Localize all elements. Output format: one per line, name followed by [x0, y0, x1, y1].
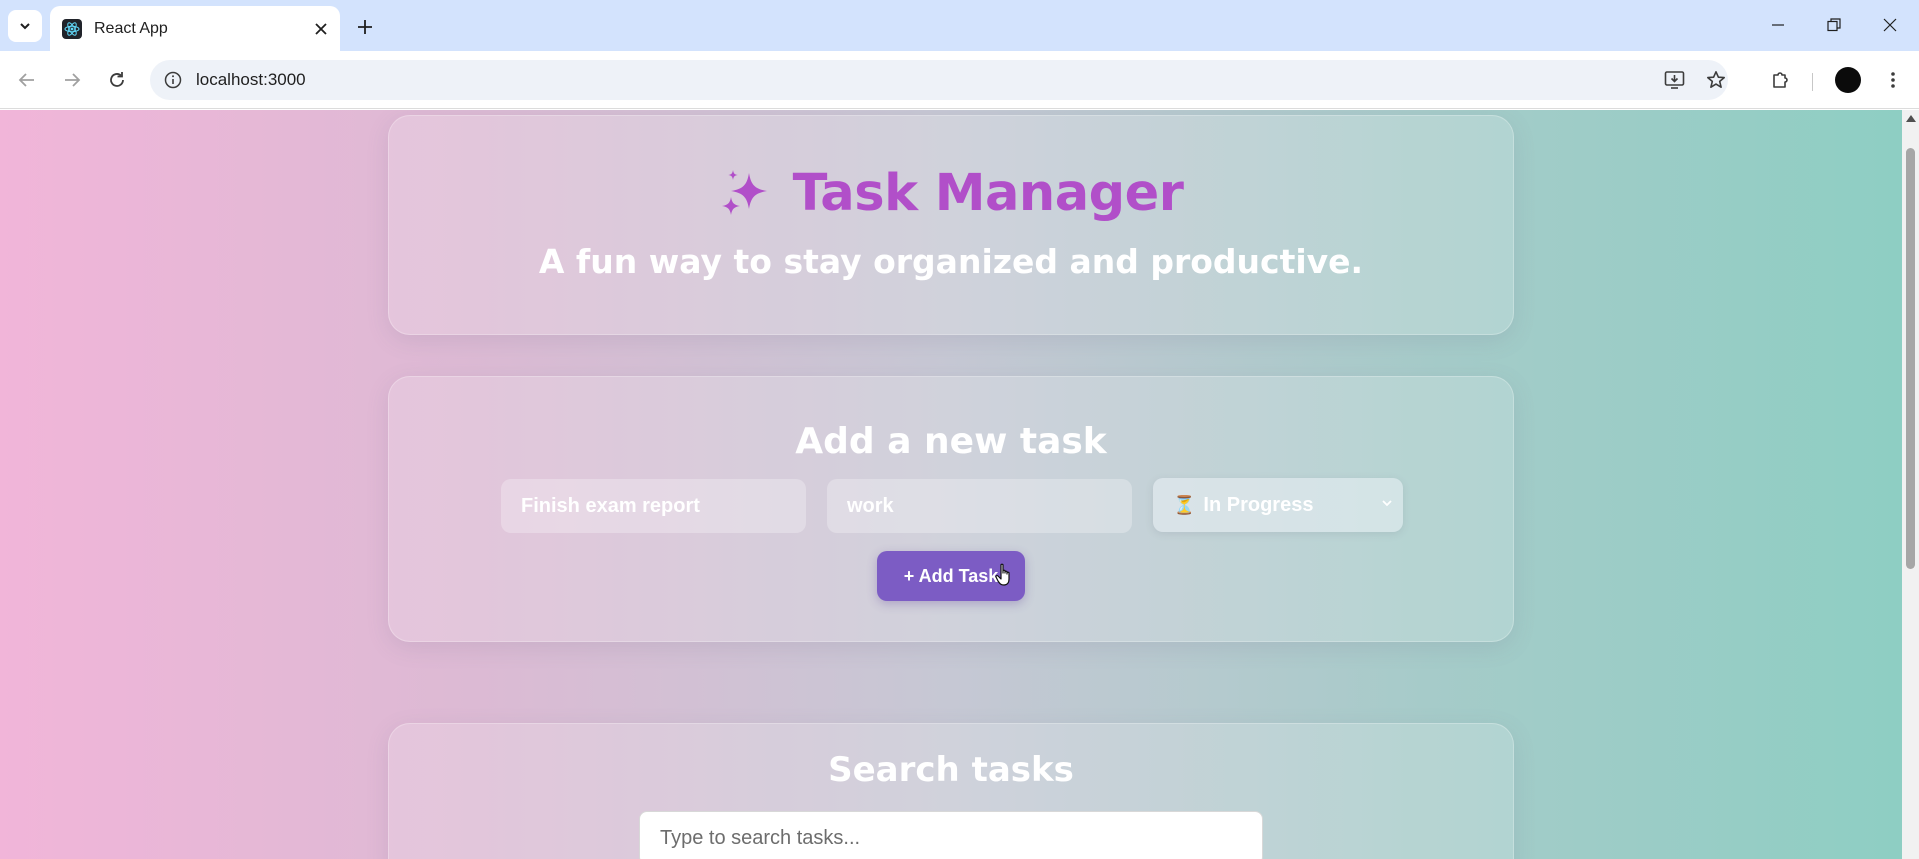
close-icon [1883, 18, 1897, 32]
hourglass-icon: ⏳ [1173, 494, 1196, 515]
task-status-value: In Progress [1203, 493, 1314, 516]
close-icon [315, 22, 327, 35]
arrow-right-icon [65, 73, 81, 87]
restore-icon [1827, 18, 1841, 32]
profile-avatar[interactable] [1835, 67, 1861, 93]
vertical-scrollbar[interactable] [1902, 110, 1919, 859]
task-title-input[interactable]: Finish exam report [501, 479, 806, 533]
window-close-button[interactable] [1866, 6, 1914, 44]
scrollbar-thumb[interactable] [1906, 148, 1915, 569]
task-category-value: work [847, 494, 894, 517]
minimize-icon [1772, 24, 1784, 26]
browser-tab-strip: React App [0, 0, 1919, 51]
page-title: Task Manager [389, 164, 1513, 223]
task-status-select[interactable]: ⏳ In Progress [1153, 478, 1403, 532]
plus-icon [358, 20, 372, 34]
tab-search-button[interactable] [8, 10, 42, 42]
toolbar-divider [1812, 73, 1813, 91]
browser-toolbar: localhost:3000 [0, 51, 1919, 109]
reload-button[interactable] [100, 63, 134, 97]
forward-button[interactable] [55, 63, 89, 97]
search-placeholder: Type to search tasks... [660, 826, 861, 849]
hand-pointer-icon [995, 563, 1010, 586]
page-viewport: Task Manager A fun way to stay organized… [0, 110, 1902, 859]
puzzle-icon[interactable] [1764, 63, 1798, 97]
install-app-icon[interactable] [1660, 65, 1690, 95]
minimize-button[interactable] [1754, 6, 1802, 44]
tab-title: React App [94, 19, 168, 37]
url-text: localhost:3000 [196, 70, 306, 89]
back-button[interactable] [10, 63, 44, 97]
reload-icon [110, 72, 124, 87]
task-category-input[interactable]: work [827, 479, 1132, 533]
header-card: Task Manager A fun way to stay organized… [388, 115, 1514, 335]
arrow-left-icon [18, 73, 34, 87]
app-title: Task Manager [792, 164, 1184, 223]
chevron-down-icon [1382, 500, 1392, 507]
chevron-down-icon [20, 23, 30, 30]
scroll-up-arrow-icon[interactable] [1906, 115, 1916, 122]
star-icon[interactable] [1701, 65, 1731, 95]
search-input[interactable]: Type to search tasks... [639, 811, 1263, 859]
add-task-heading: Add a new task [795, 421, 1107, 462]
address-bar[interactable]: localhost:3000 [150, 60, 1728, 100]
tab-close-button[interactable] [308, 16, 334, 42]
kebab-menu-icon[interactable] [1876, 63, 1910, 97]
site-info-icon[interactable] [158, 65, 188, 95]
search-heading: Search tasks [828, 750, 1074, 790]
search-card: Search tasks Type to search tasks... [388, 723, 1514, 859]
task-title-value: Finish exam report [521, 494, 700, 517]
browser-tab[interactable]: React App [50, 6, 340, 51]
app-subtitle: A fun way to stay organized and producti… [538, 242, 1364, 281]
restore-button[interactable] [1810, 6, 1858, 44]
sparkles-icon [721, 169, 767, 215]
add-task-card: Add a new task Finish exam report work ⏳… [388, 376, 1514, 642]
new-tab-button[interactable] [350, 12, 380, 42]
react-logo-icon [62, 18, 82, 39]
